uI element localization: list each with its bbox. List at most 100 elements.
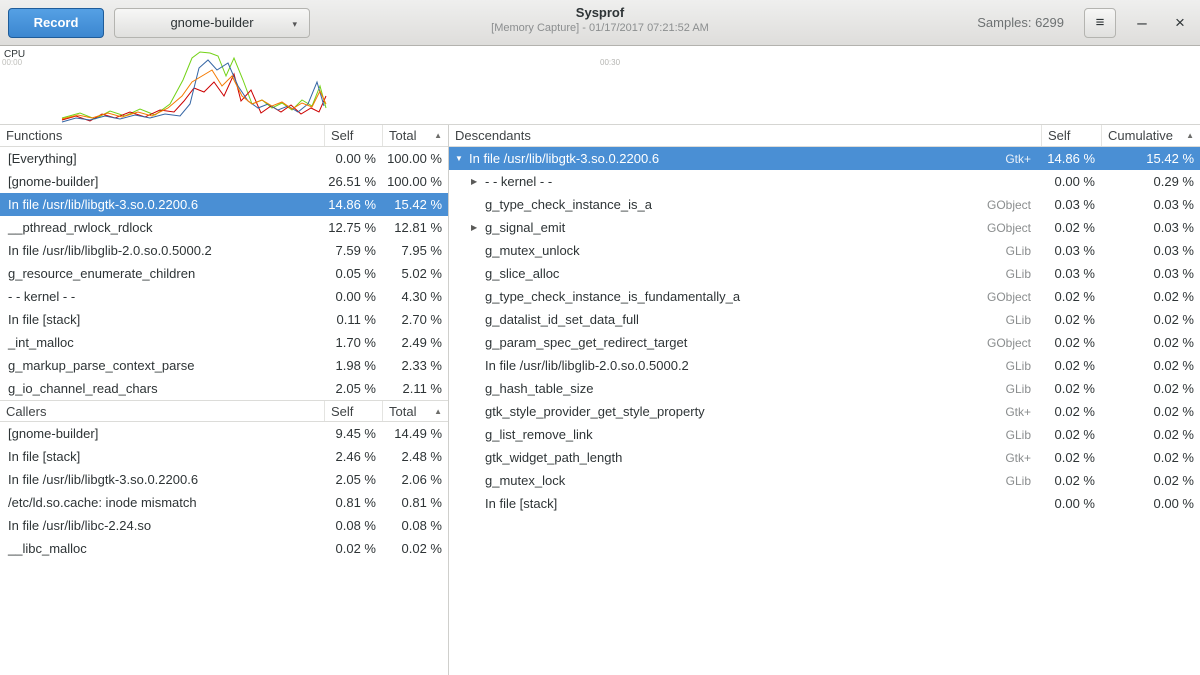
row-label: g_resource_enumerate_children: [8, 266, 195, 281]
row-name-cell: __libc_malloc: [0, 541, 324, 556]
functions-rows: [Everything]0.00 %100.00 %[gnome-builder…: [0, 147, 448, 400]
table-row[interactable]: In file [stack]0.00 %0.00 %: [449, 492, 1200, 515]
row-label: /etc/ld.so.cache: inode mismatch: [8, 495, 197, 510]
row-label: In file /usr/lib/libglib-2.0.so.0.5000.2: [8, 243, 212, 258]
expander-closed-icon[interactable]: ▶: [471, 223, 485, 232]
row-label: g_hash_table_size: [485, 381, 593, 396]
expander-closed-icon[interactable]: ▶: [471, 177, 485, 186]
row-name-cell: g_datalist_id_set_data_fullGLib: [449, 312, 1041, 327]
cumulative-column-header[interactable]: Cumulative ▲: [1101, 125, 1200, 146]
row-name-cell: In file [stack]: [0, 312, 324, 327]
table-row[interactable]: - - kernel - -0.00 %4.30 %: [0, 285, 448, 308]
self-percent: 0.02 %: [1041, 220, 1101, 235]
total-percent: 2.48 %: [382, 449, 448, 464]
row-label: g_type_check_instance_is_fundamentally_a: [485, 289, 740, 304]
self-percent: 0.02 %: [1041, 335, 1101, 350]
total-percent: 2.49 %: [382, 335, 448, 350]
table-row[interactable]: __pthread_rwlock_rdlock12.75 %12.81 %: [0, 216, 448, 239]
close-button[interactable]: ×: [1168, 11, 1192, 35]
process-selector-label: gnome-builder: [170, 15, 253, 30]
callers-column-header[interactable]: Callers: [0, 401, 324, 421]
table-row[interactable]: gtk_widget_path_lengthGtk+0.02 %0.02 %: [449, 446, 1200, 469]
table-row[interactable]: g_markup_parse_context_parse1.98 %2.33 %: [0, 354, 448, 377]
table-row[interactable]: ▶- - kernel - -0.00 %0.29 %: [449, 170, 1200, 193]
table-row[interactable]: g_mutex_unlockGLib0.03 %0.03 %: [449, 239, 1200, 262]
table-row[interactable]: [gnome-builder]9.45 %14.49 %: [0, 422, 448, 445]
self-percent: 0.02 %: [1041, 358, 1101, 373]
functions-column-header[interactable]: Functions: [0, 125, 324, 146]
table-row[interactable]: g_list_remove_linkGLib0.02 %0.02 %: [449, 423, 1200, 446]
total-percent: 15.42 %: [382, 197, 448, 212]
row-name-cell: g_hash_table_sizeGLib: [449, 381, 1041, 396]
cpu-timeline[interactable]: CPU 00:00 00:30: [0, 46, 1200, 125]
table-row[interactable]: In file /usr/lib/libgtk-3.so.0.2200.614.…: [0, 193, 448, 216]
library-badge: GObject: [987, 198, 1041, 212]
self-percent: 0.08 %: [324, 518, 382, 533]
time-label-start: 00:00: [2, 58, 22, 67]
library-badge: Gtk+: [1005, 152, 1041, 166]
table-row[interactable]: g_param_spec_get_redirect_targetGObject0…: [449, 331, 1200, 354]
total-percent: 0.29 %: [1101, 174, 1200, 189]
self-column-header[interactable]: Self: [324, 401, 382, 421]
self-percent: 2.05 %: [324, 472, 382, 487]
library-badge: GObject: [987, 290, 1041, 304]
time-label-mid: 00:30: [600, 58, 620, 67]
table-row[interactable]: In file /usr/lib/libgtk-3.so.0.2200.62.0…: [0, 468, 448, 491]
self-column-header[interactable]: Self: [324, 125, 382, 146]
table-row[interactable]: In file /usr/lib/libglib-2.0.so.0.5000.2…: [449, 354, 1200, 377]
total-percent: 2.70 %: [382, 312, 448, 327]
table-row[interactable]: ▼In file /usr/lib/libgtk-3.so.0.2200.6Gt…: [449, 147, 1200, 170]
callers-rows: [gnome-builder]9.45 %14.49 %In file [sta…: [0, 422, 448, 560]
expander-open-icon[interactable]: ▼: [455, 154, 469, 163]
process-selector-dropdown[interactable]: gnome-builder ▾: [114, 8, 310, 38]
main-content: Functions Self Total ▲ [Everything]0.00 …: [0, 125, 1200, 675]
table-row[interactable]: g_hash_table_sizeGLib0.02 %0.02 %: [449, 377, 1200, 400]
table-row[interactable]: In file /usr/lib/libc-2.24.so0.08 %0.08 …: [0, 514, 448, 537]
total-column-header[interactable]: Total ▲: [382, 125, 448, 146]
minimize-button[interactable]: –: [1130, 11, 1154, 35]
table-row[interactable]: ▶g_signal_emitGObject0.02 %0.03 %: [449, 216, 1200, 239]
table-row[interactable]: g_datalist_id_set_data_fullGLib0.02 %0.0…: [449, 308, 1200, 331]
table-row[interactable]: g_io_channel_read_chars2.05 %2.11 %: [0, 377, 448, 400]
library-badge: GObject: [987, 221, 1041, 235]
total-percent: 0.02 %: [1101, 312, 1200, 327]
table-row[interactable]: _int_malloc1.70 %2.49 %: [0, 331, 448, 354]
table-row[interactable]: g_mutex_lockGLib0.02 %0.02 %: [449, 469, 1200, 492]
total-percent: 0.03 %: [1101, 220, 1200, 235]
total-percent: 0.02 %: [382, 541, 448, 556]
row-name-cell: In file [stack]: [0, 449, 324, 464]
row-label: g_list_remove_link: [485, 427, 593, 442]
self-percent: 0.11 %: [324, 312, 382, 327]
row-name-cell: - - kernel - -: [0, 289, 324, 304]
library-badge: GLib: [1006, 474, 1041, 488]
self-column-header[interactable]: Self: [1041, 125, 1101, 146]
table-row[interactable]: [gnome-builder]26.51 %100.00 %: [0, 170, 448, 193]
table-row[interactable]: g_type_check_instance_is_fundamentally_a…: [449, 285, 1200, 308]
row-name-cell: [gnome-builder]: [0, 426, 324, 441]
self-percent: 0.02 %: [1041, 312, 1101, 327]
table-row[interactable]: /etc/ld.so.cache: inode mismatch0.81 %0.…: [0, 491, 448, 514]
table-row[interactable]: [Everything]0.00 %100.00 %: [0, 147, 448, 170]
total-percent: 0.02 %: [1101, 450, 1200, 465]
self-percent: 1.70 %: [324, 335, 382, 350]
menu-button[interactable]: ≡: [1084, 8, 1116, 38]
table-row[interactable]: g_type_check_instance_is_aGObject0.03 %0…: [449, 193, 1200, 216]
table-row[interactable]: g_slice_allocGLib0.03 %0.03 %: [449, 262, 1200, 285]
library-badge: GLib: [1006, 267, 1041, 281]
table-row[interactable]: In file /usr/lib/libglib-2.0.so.0.5000.2…: [0, 239, 448, 262]
table-row[interactable]: __libc_malloc0.02 %0.02 %: [0, 537, 448, 560]
row-label: In file /usr/lib/libglib-2.0.so.0.5000.2: [485, 358, 689, 373]
record-button[interactable]: Record: [8, 8, 104, 38]
table-row[interactable]: gtk_style_provider_get_style_propertyGtk…: [449, 400, 1200, 423]
samples-count: Samples: 6299: [977, 15, 1064, 30]
self-percent: 14.86 %: [1041, 151, 1101, 166]
table-row[interactable]: In file [stack]2.46 %2.48 %: [0, 445, 448, 468]
row-label: g_io_channel_read_chars: [8, 381, 158, 396]
table-row[interactable]: In file [stack]0.11 %2.70 %: [0, 308, 448, 331]
table-row[interactable]: g_resource_enumerate_children0.05 %5.02 …: [0, 262, 448, 285]
total-column-header[interactable]: Total ▲: [382, 401, 448, 421]
total-percent: 0.81 %: [382, 495, 448, 510]
self-percent: 0.00 %: [324, 151, 382, 166]
descendants-column-header[interactable]: Descendants: [449, 125, 1041, 146]
row-name-cell: gtk_widget_path_lengthGtk+: [449, 450, 1041, 465]
